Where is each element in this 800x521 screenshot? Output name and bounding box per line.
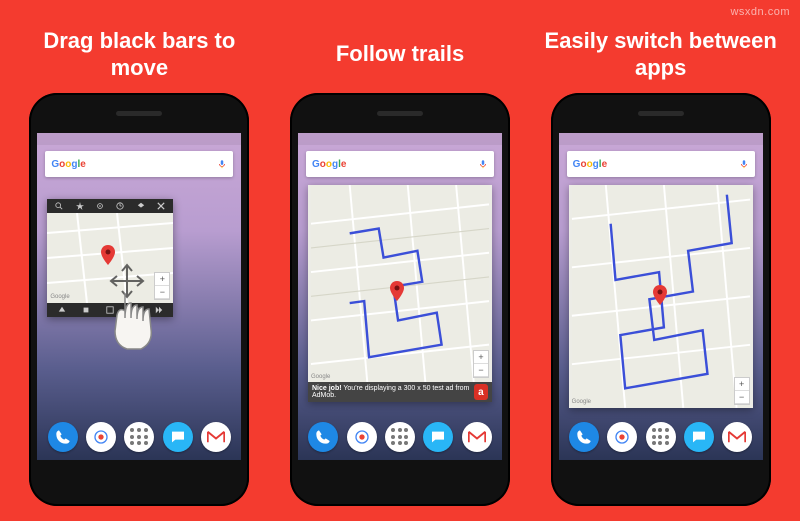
mic-icon[interactable] — [739, 158, 749, 170]
map-pin-icon — [390, 281, 404, 301]
camera-app-icon[interactable] — [347, 422, 377, 452]
admob-badge-icon: a — [474, 384, 488, 400]
zoom-out-button[interactable]: − — [474, 364, 488, 377]
google-logo: Google — [51, 159, 85, 170]
clock-icon[interactable] — [116, 202, 124, 210]
panel-title: Follow trails — [330, 15, 470, 93]
search-icon[interactable] — [55, 202, 63, 210]
phone-screen: Google + − Google — [298, 133, 502, 460]
dock — [298, 414, 502, 460]
app-drawer-button[interactable] — [385, 422, 415, 452]
phone-app-icon[interactable] — [569, 422, 599, 452]
zoom-control[interactable]: + − — [734, 377, 750, 405]
google-logo: Google — [312, 159, 346, 170]
dock — [37, 414, 241, 460]
map-attribution: Google — [572, 399, 591, 405]
map-attribution: Google — [50, 294, 69, 300]
status-bar — [298, 133, 502, 145]
phone-mockup: Google — [29, 93, 249, 506]
map-pin-icon — [653, 285, 667, 305]
phone-mockup: Google + − Google — [290, 93, 510, 506]
target-icon[interactable] — [96, 202, 104, 210]
phone-mockup: Google + − Google — [551, 93, 771, 506]
search-bar[interactable]: Google — [567, 151, 755, 177]
ad-text: Nice job! You're displaying a 300 x 50 t… — [312, 385, 474, 399]
messages-app-icon[interactable] — [684, 422, 714, 452]
camera-app-icon[interactable] — [86, 422, 116, 452]
layers-icon[interactable] — [137, 202, 145, 210]
panel-2: Follow trails Google — [276, 15, 525, 506]
status-bar — [559, 133, 763, 145]
zoom-in-button[interactable]: + — [474, 351, 488, 364]
mic-icon[interactable] — [478, 158, 488, 170]
gmail-app-icon[interactable] — [201, 422, 231, 452]
app-drawer-button[interactable] — [646, 422, 676, 452]
overlay-toolbar-top[interactable] — [47, 199, 173, 213]
map-view[interactable]: + − Google — [569, 185, 753, 408]
up-icon[interactable] — [58, 306, 66, 314]
close-icon[interactable] — [157, 202, 165, 210]
map-pin-icon — [101, 245, 115, 265]
zoom-control[interactable]: + − — [473, 350, 489, 378]
phone-speaker — [638, 111, 684, 116]
app-drawer-button[interactable] — [124, 422, 154, 452]
search-bar[interactable]: Google — [306, 151, 494, 177]
dock — [559, 414, 763, 460]
watermark: wsxdn.com — [730, 6, 790, 18]
status-bar — [37, 133, 241, 145]
phone-screen: Google + − Google — [559, 133, 763, 460]
panel-3: Easily switch between apps Google — [536, 15, 785, 506]
stop-icon[interactable] — [82, 306, 90, 314]
phone-speaker — [377, 111, 423, 116]
drag-hand-icon — [97, 263, 177, 353]
gmail-app-icon[interactable] — [722, 422, 752, 452]
zoom-out-button[interactable]: − — [735, 391, 749, 404]
ad-banner[interactable]: Nice job! You're displaying a 300 x 50 t… — [308, 382, 492, 402]
messages-app-icon[interactable] — [423, 422, 453, 452]
phone-app-icon[interactable] — [308, 422, 338, 452]
camera-app-icon[interactable] — [607, 422, 637, 452]
search-bar[interactable]: Google — [45, 151, 233, 177]
mic-icon[interactable] — [217, 158, 227, 170]
panel-title: Drag black bars to move — [15, 15, 264, 93]
gmail-app-icon[interactable] — [462, 422, 492, 452]
star-icon[interactable] — [76, 202, 84, 210]
panels-container: Drag black bars to move Google — [15, 15, 785, 506]
messages-app-icon[interactable] — [163, 422, 193, 452]
phone-app-icon[interactable] — [48, 422, 78, 452]
panel-title: Easily switch between apps — [536, 15, 785, 93]
panel-1: Drag black bars to move Google — [15, 15, 264, 506]
map-attribution: Google — [311, 374, 330, 380]
phone-screen: Google — [37, 133, 241, 460]
map-view[interactable]: + − Google Nice job! You're displaying a… — [308, 185, 492, 402]
google-logo: Google — [573, 159, 607, 170]
zoom-in-button[interactable]: + — [735, 378, 749, 391]
phone-speaker — [116, 111, 162, 116]
